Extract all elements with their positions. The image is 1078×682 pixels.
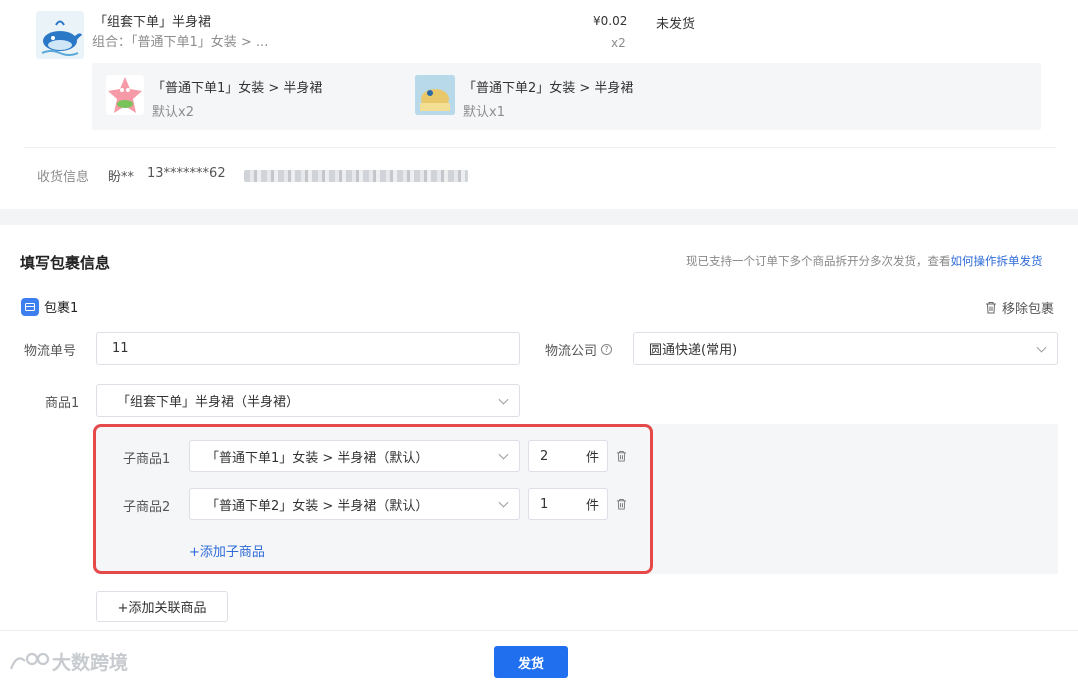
quantity: x2 xyxy=(611,36,626,50)
add-related-product-label: +添加关联商品 xyxy=(117,601,207,616)
product-value: 「组套下单」半身裙（半身裙） xyxy=(117,395,300,410)
sub-item-spec: 默认x2 xyxy=(152,105,194,120)
price: ¥0.02 xyxy=(593,14,628,28)
carrier-label: 物流公司 ? xyxy=(545,340,613,359)
ship-button-label: 发货 xyxy=(517,656,544,672)
remove-package-button[interactable]: 移除包裹 xyxy=(985,298,1054,317)
chevron-down-icon xyxy=(498,394,509,405)
tracking-number-value: 11 xyxy=(112,341,129,356)
watermark-text: 大数跨境 xyxy=(52,652,129,674)
divider xyxy=(24,147,1056,148)
package-header: 包裹1 xyxy=(21,297,78,316)
sub-item-name[interactable]: 「普通下单2」女装 > 半身裙 xyxy=(463,77,633,96)
tracking-label: 物流单号 xyxy=(24,344,77,359)
shipping-label: 收货信息 xyxy=(37,170,90,185)
ship-button[interactable]: 发货 xyxy=(494,646,568,678)
order-card: 「组套下单」半身裙 组合：「普通下单1」女装 > ... ¥0.02 x2 未发… xyxy=(0,0,1078,209)
product-thumbnail xyxy=(36,11,84,59)
carrier-select[interactable]: 圆通快递(常用) xyxy=(633,332,1058,365)
add-related-product-button[interactable]: +添加关联商品 xyxy=(96,591,228,622)
package-icon xyxy=(21,297,39,316)
recipient-name: 盼** xyxy=(108,170,135,185)
carrier-value: 圆通快递(常用) xyxy=(649,343,738,358)
form-title: 填写包裹信息 xyxy=(20,254,111,272)
sub-items-box xyxy=(92,63,1041,130)
chevron-down-icon xyxy=(1036,342,1047,353)
split-hint: 现已支持一个订单下多个商品拆开分多次发货，查看如何操作拆单发货 xyxy=(686,253,1043,269)
tracking-number-input[interactable]: 11 xyxy=(96,332,520,365)
product-title[interactable]: 「组套下单」半身裙 xyxy=(94,11,211,30)
split-help-link[interactable]: 如何操作拆单发货 xyxy=(951,254,1043,268)
package-label: 包裹1 xyxy=(44,301,79,316)
watermark-logo: 大数跨境 xyxy=(8,648,128,675)
hint-text: 现已支持一个订单下多个商品拆开分多次发货，查看 xyxy=(686,254,951,268)
carrier-label-text: 物流公司 xyxy=(545,344,598,359)
sub-item-name[interactable]: 「普通下单1」女装 > 半身裙 xyxy=(152,77,322,96)
help-icon[interactable]: ? xyxy=(601,344,613,355)
brand-logo-icon xyxy=(9,652,50,669)
highlight-frame xyxy=(93,424,653,574)
sub-item-thumbnail xyxy=(106,75,144,115)
order-status: 未发货 xyxy=(656,17,696,32)
product-select[interactable]: 「组套下单」半身裙（半身裙） xyxy=(96,384,520,417)
trash-icon xyxy=(986,302,996,314)
remove-package-label: 移除包裹 xyxy=(1002,302,1055,317)
combo-text: 组合：「普通下单1」女装 > ... xyxy=(92,35,269,50)
product-label: 商品1 xyxy=(45,396,80,411)
sub-item-spec: 默认x1 xyxy=(463,105,505,120)
address-redacted xyxy=(244,170,468,182)
sub-item-thumbnail xyxy=(415,75,455,115)
recipient-phone: 13*******62 xyxy=(147,166,226,181)
